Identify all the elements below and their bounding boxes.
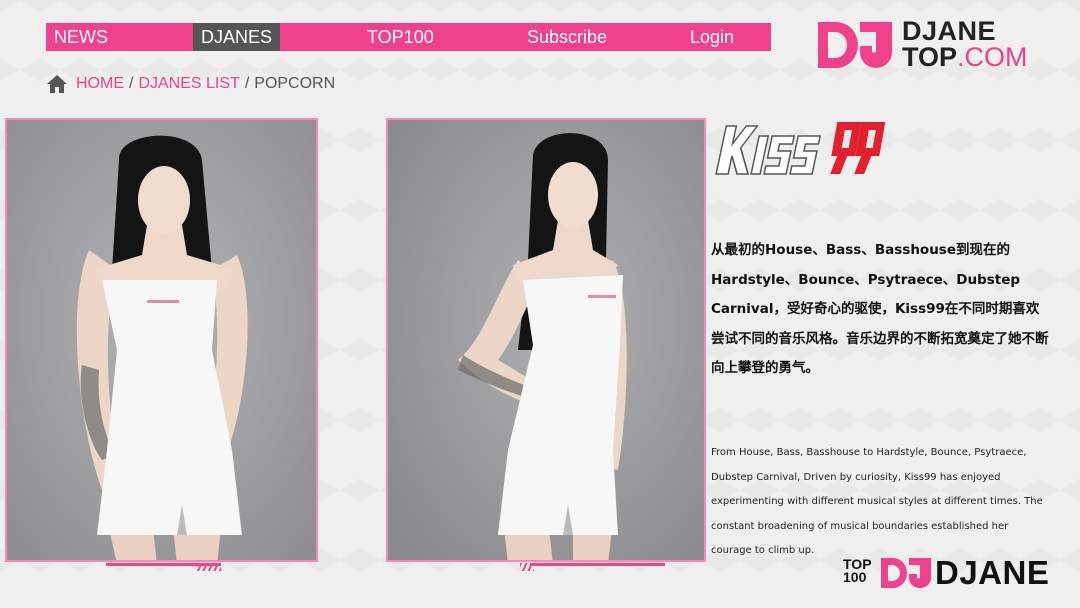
logo-line1: DJANE — [902, 16, 997, 46]
dj-logo-mark — [818, 22, 892, 68]
artist-logo — [714, 118, 889, 180]
photo-accent-stripes — [195, 563, 221, 571]
main-nav: NEWS DJANES TOP100 Subscribe Login — [46, 23, 771, 51]
logo-line2: TOP.COM — [902, 42, 1028, 72]
nav-djanes[interactable]: DJANES — [193, 23, 281, 51]
nav-news[interactable]: NEWS — [54, 23, 108, 51]
breadcrumb-home[interactable]: HOME — [76, 75, 124, 93]
logo-line2-suffix: .COM — [957, 42, 1028, 72]
breadcrumb-separator: / — [129, 75, 134, 92]
bottom-logo-name: DJANE — [935, 554, 1050, 591]
artist-photo-front — [5, 118, 318, 562]
dj-logo-mark — [881, 558, 931, 588]
nav-subscribe[interactable]: Subscribe — [527, 23, 607, 51]
breadcrumb-current: POPCORN — [254, 75, 336, 92]
artist-bio-chinese: 从最初的House、Bass、Basshouse到现在的Hardstyle、Bo… — [711, 242, 1049, 376]
nav-login[interactable]: Login — [690, 23, 734, 51]
breadcrumb-separator: / — [244, 75, 250, 92]
site-logo[interactable]: DJANE TOP.COM — [818, 18, 1048, 72]
logo-line2-bold: TOP — [902, 42, 958, 72]
top100-djane-logo: TOP 100 DJANE — [843, 554, 1068, 594]
breadcrumb-djanes-list[interactable]: DJANES LIST — [138, 75, 239, 93]
breadcrumb: HOME / DJANES LIST / POPCORN — [46, 73, 335, 95]
top100-badge: TOP 100 — [843, 557, 872, 585]
artist-photo-side — [386, 118, 706, 562]
top100-num: 100 — [843, 569, 867, 585]
artist-bio-english: From House, Bass, Basshouse to Hardstyle… — [711, 447, 1043, 556]
home-icon[interactable] — [46, 74, 68, 94]
nav-top100[interactable]: TOP100 — [367, 23, 434, 51]
photo-accent-stripes — [520, 563, 534, 571]
photo-accent-line — [530, 563, 665, 566]
